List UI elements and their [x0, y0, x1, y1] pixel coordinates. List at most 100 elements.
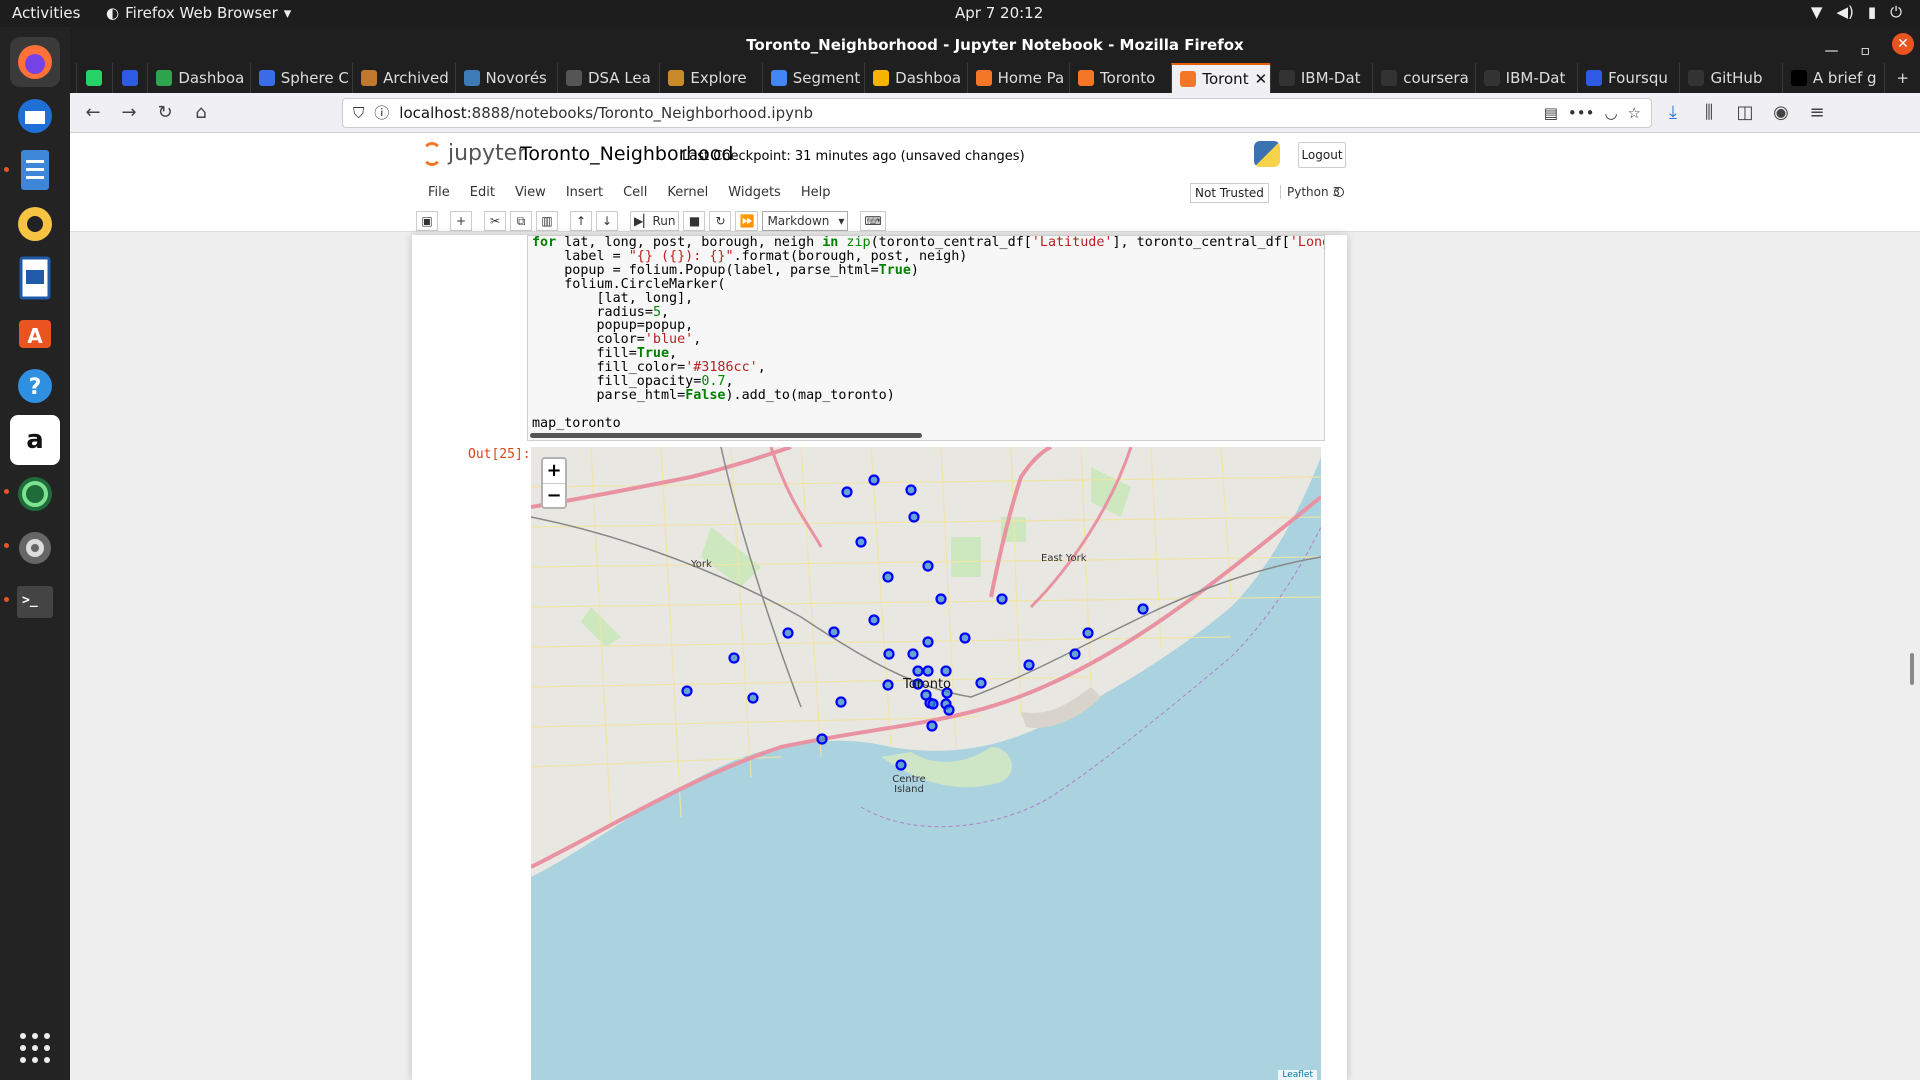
app-center-icon[interactable]: A: [10, 307, 60, 357]
folium-map[interactable]: York East York Centre Island Toronto + −…: [531, 447, 1321, 1080]
circle-marker[interactable]: [728, 652, 740, 664]
jupyter-launcher-icon[interactable]: [10, 469, 60, 519]
sidebar-icon[interactable]: ◫: [1730, 98, 1760, 128]
map-tiles[interactable]: [531, 447, 1321, 1080]
browser-tab[interactable]: Segment: [761, 63, 864, 93]
circle-marker[interactable]: [907, 648, 919, 660]
browser-tab[interactable]: Dashboa: [147, 63, 249, 93]
circle-marker[interactable]: [922, 560, 934, 572]
downloads-icon[interactable]: ⤓: [1658, 98, 1688, 128]
circle-marker[interactable]: [868, 614, 880, 626]
reload-icon[interactable]: ↻: [150, 98, 180, 128]
library-icon[interactable]: ⫼: [1694, 98, 1724, 128]
circle-marker[interactable]: [855, 536, 867, 548]
move-down-icon[interactable]: ↓: [596, 211, 618, 231]
circle-marker[interactable]: [926, 720, 938, 732]
clock[interactable]: Apr 7 20:12: [955, 4, 1043, 22]
paste-icon[interactable]: ▥: [536, 211, 558, 231]
circle-marker[interactable]: [835, 696, 847, 708]
settings-icon[interactable]: [10, 523, 60, 573]
logout-button[interactable]: Logout: [1298, 142, 1346, 168]
interrupt-icon[interactable]: ■: [683, 211, 706, 231]
circle-marker[interactable]: [1082, 627, 1094, 639]
browser-tab[interactable]: DSA Lea: [556, 63, 659, 93]
circle-marker[interactable]: [935, 593, 947, 605]
circle-marker[interactable]: [882, 571, 894, 583]
help-icon[interactable]: ?: [10, 361, 60, 411]
maximize-icon[interactable]: ▫: [1861, 33, 1871, 69]
menu-cell[interactable]: Cell: [613, 181, 657, 209]
rhythmbox-icon[interactable]: [10, 199, 60, 249]
forward-icon[interactable]: →: [114, 98, 144, 128]
circle-marker[interactable]: [841, 486, 853, 498]
bookmark-star-icon[interactable]: ☆: [1628, 104, 1641, 122]
hamburger-menu-icon[interactable]: ≡: [1802, 98, 1832, 128]
browser-tab[interactable]: Home Pa: [966, 63, 1069, 93]
horizontal-scrollbar[interactable]: [530, 433, 922, 438]
menu-view[interactable]: View: [505, 181, 556, 209]
minimize-icon[interactable]: —: [1825, 33, 1839, 69]
menu-kernel[interactable]: Kernel: [657, 181, 718, 209]
circle-marker[interactable]: [959, 632, 971, 644]
save-icon[interactable]: ▣: [416, 211, 438, 231]
circle-marker[interactable]: [782, 627, 794, 639]
shield-icon[interactable]: ⛉: [353, 104, 364, 122]
thunderbird-icon[interactable]: [10, 91, 60, 141]
system-tray[interactable]: ▼ ◀) ▮ ⏻: [1811, 3, 1902, 21]
circle-marker[interactable]: [908, 511, 920, 523]
cell-type-select[interactable]: Markdown ▾: [762, 211, 849, 231]
circle-marker[interactable]: [927, 698, 939, 710]
menu-insert[interactable]: Insert: [556, 181, 613, 209]
restart-icon[interactable]: ↻: [709, 211, 732, 231]
copy-icon[interactable]: ⧉: [510, 211, 532, 231]
circle-marker[interactable]: [747, 692, 759, 704]
reader-view-icon[interactable]: ▤: [1544, 104, 1558, 122]
activities-button[interactable]: Activities: [12, 4, 80, 22]
circle-marker[interactable]: [1023, 659, 1035, 671]
back-icon[interactable]: ←: [78, 98, 108, 128]
app-menu[interactable]: ◐ Firefox Web Browser ▾: [106, 4, 291, 22]
browser-tab[interactable]: Sphere C: [249, 63, 352, 93]
browser-tab[interactable]: IBM-Dat: [1474, 63, 1577, 93]
browser-tab[interactable]: GitHub: [1679, 63, 1781, 93]
circle-marker[interactable]: [912, 665, 924, 677]
circle-marker[interactable]: [816, 733, 828, 745]
zoom-out-button[interactable]: −: [543, 483, 565, 507]
browser-tab[interactable]: Novorés: [454, 63, 557, 93]
browser-tab[interactable]: [76, 63, 112, 93]
menu-widgets[interactable]: Widgets: [718, 181, 791, 209]
files-icon[interactable]: [10, 145, 60, 195]
show-applications-icon[interactable]: [10, 1023, 60, 1073]
browser-tab[interactable]: Foursqu: [1577, 63, 1679, 93]
circle-marker[interactable]: [895, 759, 907, 771]
circle-marker[interactable]: [905, 484, 917, 496]
browser-tab[interactable]: [111, 63, 148, 93]
menu-edit[interactable]: Edit: [460, 181, 505, 209]
browser-tab[interactable]: Archived: [352, 63, 454, 93]
pocket-icon[interactable]: ◡: [1604, 104, 1617, 122]
map-attribution[interactable]: Leaflet: [1278, 1070, 1317, 1080]
home-icon[interactable]: ⌂: [186, 98, 216, 128]
account-icon[interactable]: ◉: [1766, 98, 1796, 128]
circle-marker[interactable]: [922, 665, 934, 677]
more-actions-icon[interactable]: •••: [1568, 104, 1595, 122]
circle-marker[interactable]: [883, 648, 895, 660]
url-bar[interactable]: ⛉ ⓘ localhost:8888/notebooks/Toronto_Nei…: [342, 97, 1652, 128]
terminal-icon[interactable]: >_: [10, 577, 60, 627]
browser-tab[interactable]: coursera: [1372, 63, 1474, 93]
firefox-icon[interactable]: [10, 37, 60, 87]
code-cell[interactable]: for lat, long, post, borough, neigh in z…: [527, 235, 1325, 441]
jupyter-logo[interactable]: jupyter: [422, 141, 526, 166]
restart-run-all-icon[interactable]: ⏩: [735, 211, 759, 231]
browser-tab[interactable]: Dashboa: [864, 63, 966, 93]
url-text[interactable]: localhost:8888/notebooks/Toronto_Neighbo…: [399, 104, 1533, 122]
menu-help[interactable]: Help: [791, 181, 841, 209]
browser-tab[interactable]: IBM-Dat: [1269, 63, 1372, 93]
kernel-name[interactable]: Python 3: [1280, 185, 1340, 199]
run-button[interactable]: ▶▏Run: [630, 211, 680, 231]
page-scrollbar-thumb[interactable]: [1910, 653, 1914, 685]
circle-marker[interactable]: [940, 665, 952, 677]
circle-marker[interactable]: [1137, 603, 1149, 615]
circle-marker[interactable]: [922, 636, 934, 648]
close-window-icon[interactable]: ✕: [1892, 33, 1914, 55]
